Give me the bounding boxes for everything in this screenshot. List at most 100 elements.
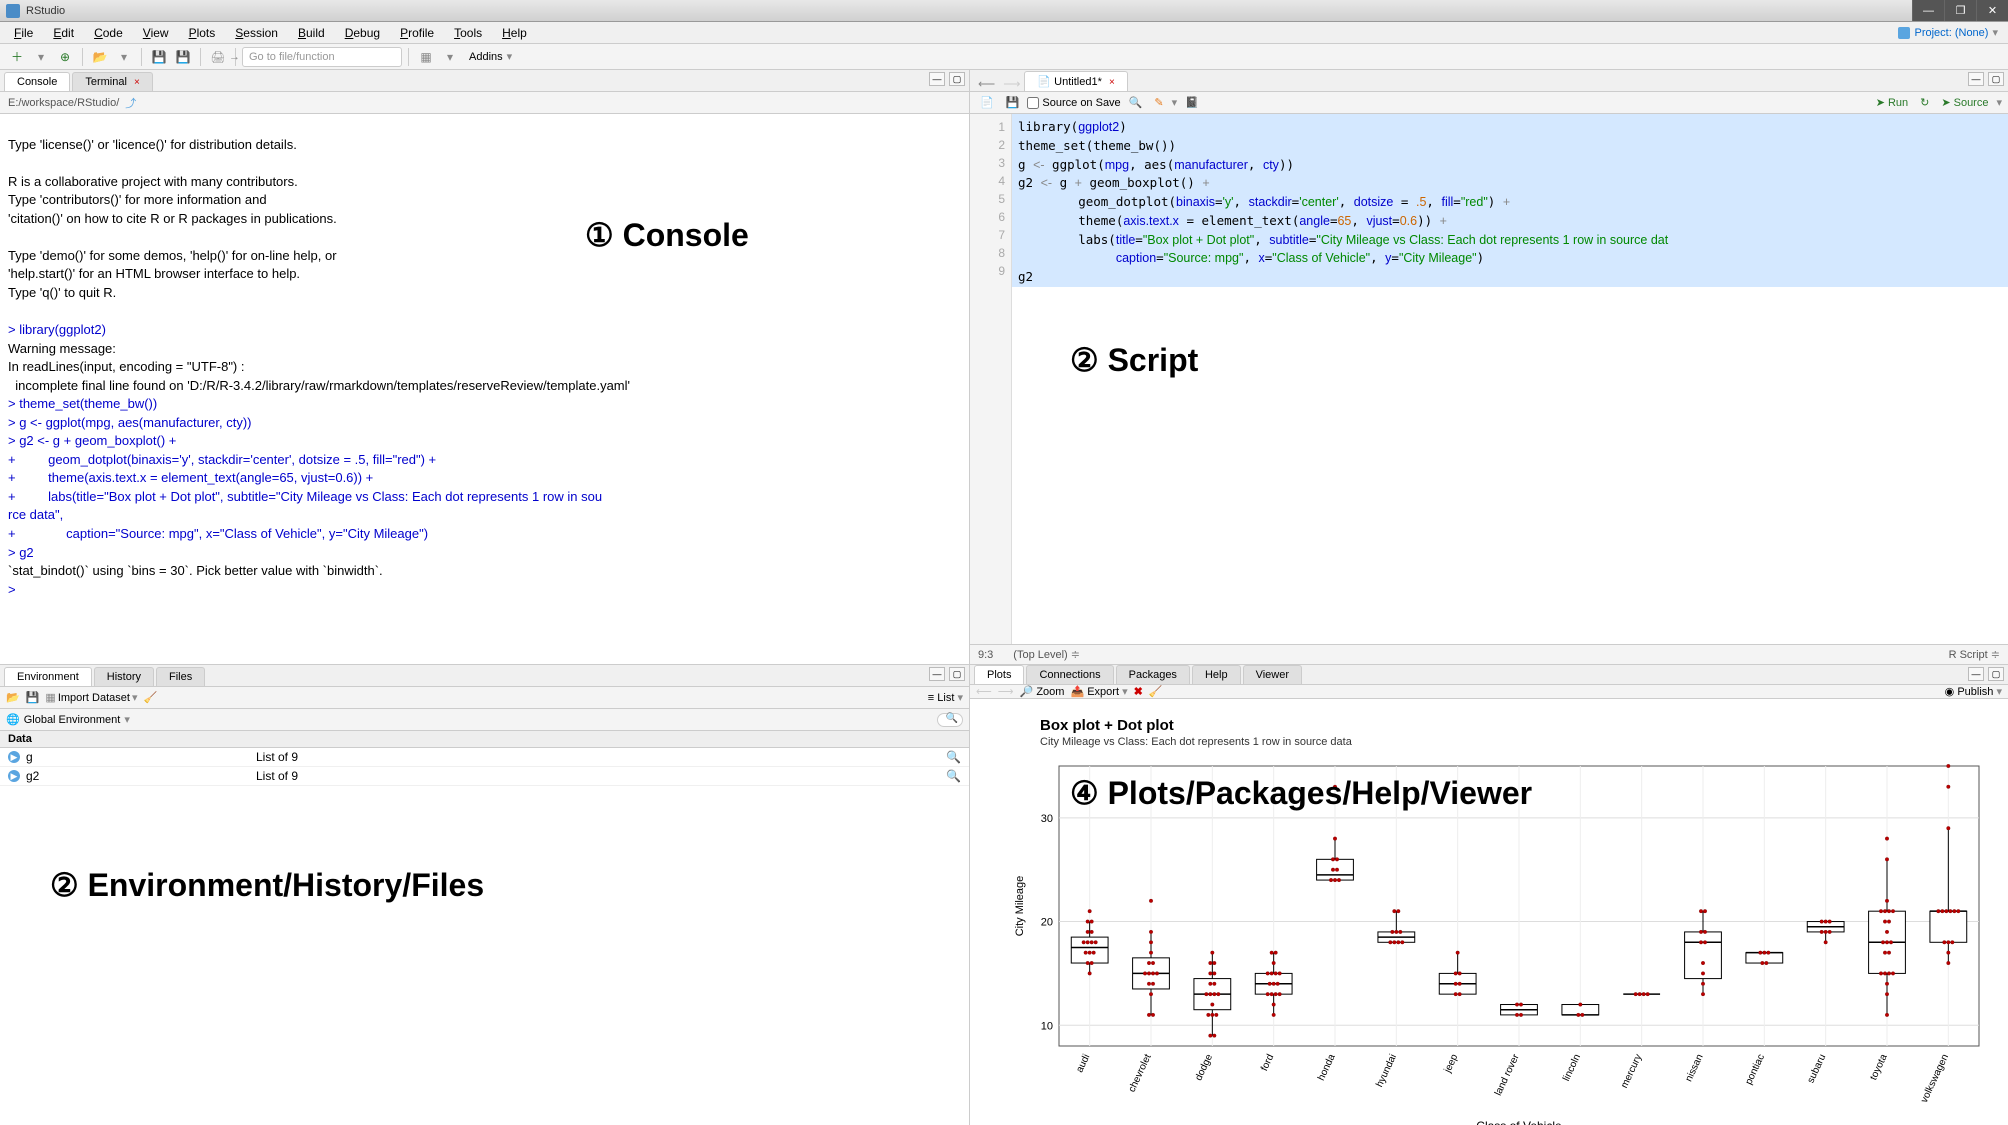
env-row[interactable]: ▶g2List of 9🔍 — [0, 767, 969, 786]
close-button[interactable]: ✕ — [1976, 0, 2008, 21]
grid-button[interactable]: ▦ — [415, 47, 437, 67]
compile-button[interactable]: 📓 — [1181, 96, 1203, 109]
new-file-dropdown[interactable]: ▾ — [30, 47, 52, 67]
import-dataset-button[interactable]: ▦Import Dataset ▾ — [45, 691, 137, 704]
tab-plots[interactable]: Plots — [974, 665, 1024, 684]
open-file-button[interactable]: 📂 — [89, 47, 111, 67]
minimize-pane-button[interactable]: — — [929, 72, 945, 86]
grid-dropdown[interactable]: ▾ — [439, 47, 461, 67]
tab-help[interactable]: Help — [1192, 665, 1241, 684]
run-button[interactable]: ➤ Run — [1872, 96, 1912, 109]
svg-text:hyundai: hyundai — [1374, 1053, 1399, 1089]
menu-session[interactable]: Session — [225, 24, 288, 42]
clear-env-button[interactable]: 🧹 — [143, 691, 157, 704]
open-env-button[interactable]: 📂 — [6, 691, 20, 704]
expand-icon[interactable]: ▶ — [8, 770, 20, 782]
tab-environment[interactable]: Environment — [4, 667, 92, 686]
plot-area: Box plot + Dot plot City Mileage vs Clas… — [970, 699, 2008, 1125]
tab-history[interactable]: History — [94, 667, 154, 686]
new-file-button[interactable]: ＋ — [6, 47, 28, 67]
save-script-button[interactable]: 💾 — [1002, 96, 1024, 109]
script-editor[interactable]: 123456789 library(ggplot2) theme_set(the… — [970, 114, 2008, 644]
save-button[interactable]: 💾 — [148, 47, 170, 67]
tab-console[interactable]: Console — [4, 72, 70, 91]
menu-profile[interactable]: Profile — [390, 24, 444, 42]
new-project-button[interactable]: ⊕ — [54, 47, 76, 67]
goto-placeholder: Go to file/function — [249, 51, 335, 63]
back-button[interactable]: ⟵ — [974, 77, 999, 91]
forward-button[interactable]: ⟶ — [999, 77, 1024, 91]
maximize-pane-button[interactable]: ▢ — [949, 667, 965, 681]
menu-build[interactable]: Build — [288, 24, 335, 42]
menu-code[interactable]: Code — [84, 24, 133, 42]
maximize-pane-button[interactable]: ▢ — [1988, 72, 2004, 86]
env-data-header: Data — [0, 731, 969, 748]
svg-text:City Mileage: City Mileage — [1014, 876, 1026, 937]
source-dropdown[interactable]: ▾ — [1996, 96, 2002, 109]
project-selector[interactable]: Project: (None) ▾ — [1898, 26, 1998, 39]
script-pane: ⟵ ⟶ 📄 Untitled1* × — ▢ 📄 💾 Source on Sav… — [970, 70, 2008, 665]
tab-packages[interactable]: Packages — [1116, 665, 1190, 684]
close-icon[interactable]: × — [134, 77, 140, 88]
zoom-button[interactable]: 🔎 Zoom — [1020, 685, 1065, 698]
addins-menu[interactable]: Addins ▾ — [463, 50, 518, 63]
expand-icon[interactable]: ▶ — [8, 751, 20, 763]
goto-file-function-input[interactable]: Go to file/function — [242, 47, 402, 67]
clear-plots-button[interactable]: 🧹 — [1149, 685, 1163, 698]
tab-terminal[interactable]: Terminal × — [72, 72, 152, 91]
scope-selector[interactable]: (Top Level) ≑ — [1013, 648, 1080, 661]
rerun-button[interactable]: ↻ — [1916, 96, 1933, 109]
env-search-input[interactable] — [937, 713, 963, 727]
save-all-button[interactable]: 💾 — [172, 47, 194, 67]
wand-button[interactable]: ✎ — [1150, 96, 1167, 109]
svg-text:Class of Vehicle: Class of Vehicle — [1476, 1119, 1562, 1125]
tab-files[interactable]: Files — [156, 667, 205, 686]
find-button[interactable]: 🔍 — [1125, 96, 1147, 109]
minimize-button[interactable]: — — [1912, 0, 1944, 21]
console-output[interactable]: Type 'license()' or 'licence()' for dist… — [0, 114, 969, 664]
title-bar: RStudio — ❐ ✕ — [0, 0, 2008, 22]
menu-debug[interactable]: Debug — [335, 24, 390, 42]
export-button[interactable]: 📤 Export ▾ — [1070, 685, 1127, 698]
svg-text:lincoln: lincoln — [1561, 1053, 1583, 1083]
browse-icon[interactable]: ⤴ — [125, 95, 136, 111]
plot-forward-button[interactable]: ⟶ — [998, 685, 1014, 698]
minimize-pane-button[interactable]: — — [1968, 72, 1984, 86]
menu-edit[interactable]: Edit — [43, 24, 84, 42]
list-view-button[interactable]: ≡ List ▾ — [928, 691, 963, 704]
rstudio-icon — [6, 4, 20, 18]
menu-plots[interactable]: Plots — [179, 24, 226, 42]
menu-file[interactable]: File — [4, 24, 43, 42]
menu-view[interactable]: View — [133, 24, 179, 42]
plot-back-button[interactable]: ⟵ — [976, 685, 992, 698]
print-button[interactable]: 🖨 — [207, 47, 229, 67]
wand-dropdown[interactable]: ▾ — [1172, 96, 1178, 109]
close-icon[interactable]: × — [1109, 77, 1115, 88]
file-type[interactable]: R Script ≑ — [1949, 648, 2000, 661]
magnify-icon[interactable]: 🔍 — [946, 769, 961, 783]
tab-viewer[interactable]: Viewer — [1243, 665, 1302, 684]
env-body: Data ▶gList of 9🔍 ▶g2List of 9🔍 ② Enviro… — [0, 731, 969, 1125]
tab-script[interactable]: 📄 Untitled1* × — [1024, 71, 1127, 91]
source-on-save-checkbox[interactable]: Source on Save — [1027, 97, 1120, 109]
source-button[interactable]: ➤ Source — [1937, 96, 1992, 109]
environment-pane: Environment History Files — ▢ 📂 💾 ▦Impor… — [0, 665, 969, 1125]
maximize-button[interactable]: ❐ — [1944, 0, 1976, 21]
minimize-pane-button[interactable]: — — [1968, 667, 1984, 681]
maximize-pane-button[interactable]: ▢ — [949, 72, 965, 86]
env-row[interactable]: ▶gList of 9🔍 — [0, 748, 969, 767]
minimize-pane-button[interactable]: — — [929, 667, 945, 681]
magnify-icon[interactable]: 🔍 — [946, 750, 961, 764]
remove-plot-button[interactable]: ✖ — [1134, 685, 1143, 698]
menu-help[interactable]: Help — [492, 24, 537, 42]
svg-text:subaru: subaru — [1805, 1053, 1828, 1085]
global-env-selector[interactable]: 🌐Global Environment ▾ — [6, 713, 130, 726]
maximize-pane-button[interactable]: ▢ — [1988, 667, 2004, 681]
tab-connections[interactable]: Connections — [1026, 665, 1113, 684]
save-env-button[interactable]: 💾 — [26, 691, 40, 704]
menu-tools[interactable]: Tools — [444, 24, 492, 42]
publish-button[interactable]: ◉ Publish ▾ — [1945, 685, 2002, 698]
show-doc-button[interactable]: 📄 — [976, 96, 998, 109]
plot-subtitle: City Mileage vs Class: Each dot represen… — [1040, 736, 1998, 748]
recent-files-dropdown[interactable]: ▾ — [113, 47, 135, 67]
